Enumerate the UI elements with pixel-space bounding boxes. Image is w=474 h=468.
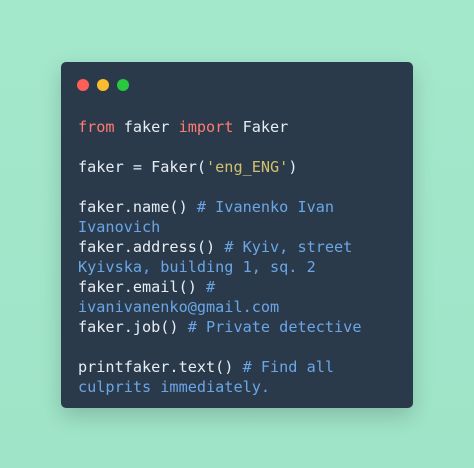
- code-text: faker.name(): [78, 198, 197, 216]
- code-line-text: printfaker.text() # Find all: [78, 357, 401, 377]
- window-controls: [77, 79, 129, 91]
- minimize-dot-icon[interactable]: [97, 79, 109, 91]
- comment: Ivanovich: [78, 218, 161, 236]
- comment: # Ivanenko Ivan: [196, 198, 335, 216]
- code-line-name: faker.name() # Ivanenko Ivan: [78, 197, 401, 217]
- code-line-import: from faker import Faker: [78, 117, 401, 137]
- code-text: printfaker.text(): [78, 358, 243, 376]
- code-window: from faker import Faker faker = Faker('e…: [61, 62, 413, 408]
- code-text: faker = Faker(: [78, 158, 207, 176]
- code-text: faker.address(): [78, 238, 225, 256]
- maximize-dot-icon[interactable]: [117, 79, 129, 91]
- comment: # Private detective: [187, 318, 362, 336]
- code-line-address: faker.address() # Kyiv, street: [78, 237, 401, 257]
- code-text: faker.job(): [78, 318, 188, 336]
- code-line-address-cont: Kyivska, building 1, sq. 2: [78, 257, 401, 277]
- comment: Kyivska, building 1, sq. 2: [78, 258, 316, 276]
- keyword: import: [178, 118, 234, 136]
- comment: # Kyiv, street: [224, 238, 353, 256]
- code-line-text-cont: culprits immediately.: [78, 377, 401, 397]
- comment: # Find all: [242, 358, 335, 376]
- code-text: ): [288, 158, 298, 176]
- code-line-email: faker.email() #: [78, 277, 401, 297]
- close-dot-icon[interactable]: [77, 79, 89, 91]
- string-literal: 'eng_ENG': [206, 158, 289, 176]
- code-line-job: faker.job() # Private detective: [78, 317, 401, 337]
- comment: ivanivanenko@gmail.com: [78, 298, 280, 316]
- keyword: from: [78, 118, 115, 136]
- code-text: Faker: [233, 118, 289, 136]
- comment: culprits immediately.: [78, 378, 271, 396]
- code-line-email-cont: ivanivanenko@gmail.com: [78, 297, 401, 317]
- code-text: faker: [114, 118, 179, 136]
- code-line-name-cont: Ivanovich: [78, 217, 401, 237]
- code-text: faker.email(): [78, 278, 207, 296]
- code-line-init: faker = Faker('eng_ENG'): [78, 157, 401, 177]
- comment: #: [206, 278, 216, 296]
- code-block: from faker import Faker faker = Faker('e…: [78, 117, 401, 397]
